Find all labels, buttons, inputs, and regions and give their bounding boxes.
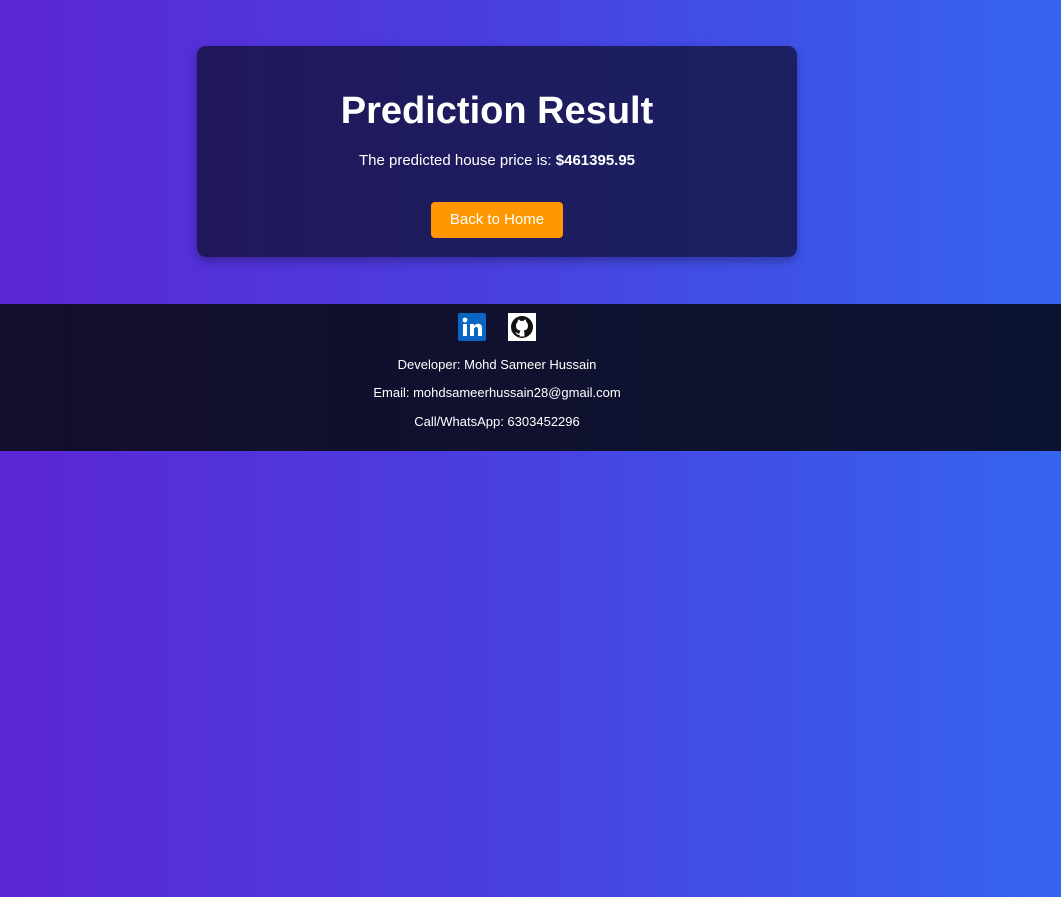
result-card: Prediction Result The predicted house pr…	[197, 46, 797, 257]
prediction-text: The predicted house price is: $461395.95	[197, 152, 797, 170]
linkedin-icon[interactable]	[458, 313, 486, 341]
phone-info: Call/WhatsApp: 6303452296	[414, 414, 580, 429]
email-info: Email: mohdsameerhussain28@gmail.com	[373, 385, 621, 400]
back-to-home-button[interactable]: Back to Home	[431, 202, 563, 238]
developer-info: Developer: Mohd Sameer Hussain	[397, 357, 597, 372]
social-icons	[458, 313, 536, 341]
footer: Developer: Mohd Sameer Hussain Email: mo…	[0, 304, 1061, 451]
page-title: Prediction Result	[340, 90, 654, 132]
predicted-price: $461395.95	[555, 152, 636, 169]
prediction-prefix: The predicted house price is:	[358, 152, 552, 169]
github-icon[interactable]	[508, 313, 536, 341]
